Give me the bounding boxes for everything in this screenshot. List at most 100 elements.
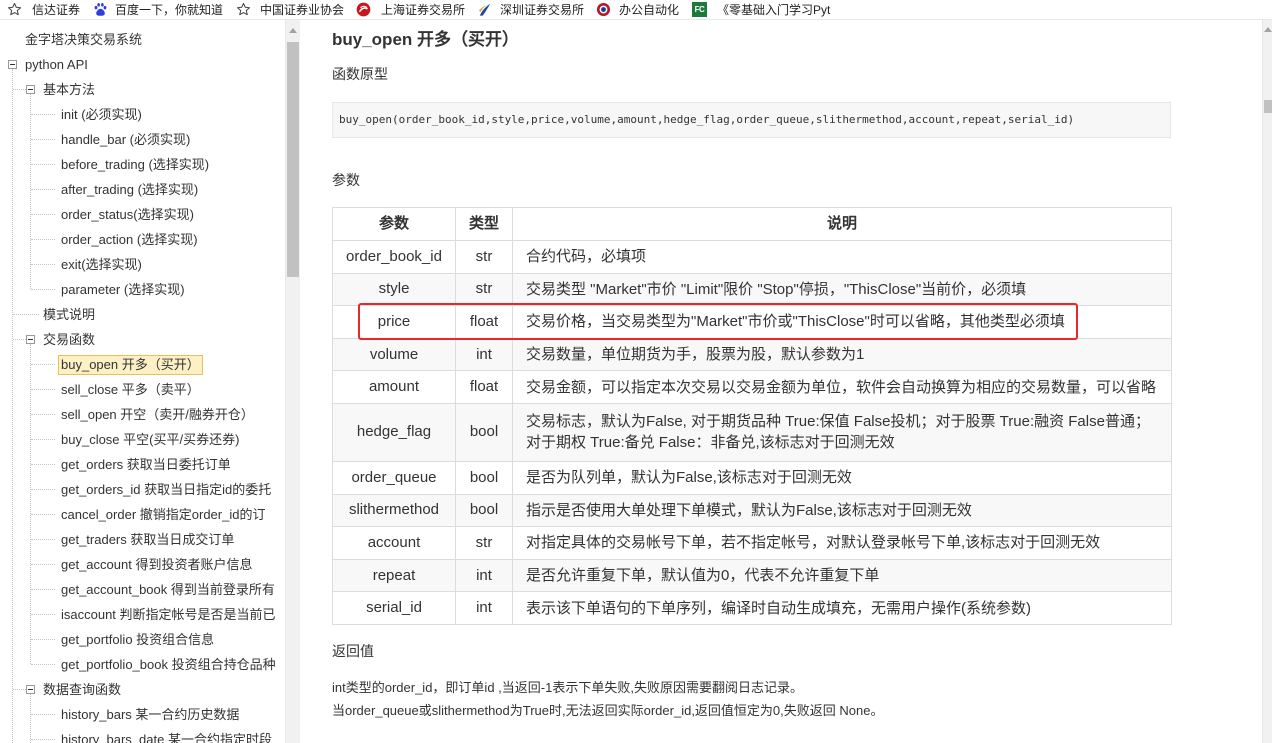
sidebar-item-history-bars[interactable]: history_bars 某一合约历史数据 [0,702,285,727]
sidebar-item-get-portfolio-book[interactable]: get_portfolio_book 投资组合持仓品种 [0,652,285,677]
sidebar-item-init[interactable]: init (必须实现) [0,102,285,127]
param-name-cell: repeat [332,558,456,593]
collapse-toggle[interactable] [26,685,35,694]
sidebar-item-label: history_bars_date 某一合约指定时段 [61,732,272,743]
sidebar-item-mode-note[interactable]: 模式说明 [0,302,285,327]
param-type-cell: str [455,240,513,274]
sse-logo-icon [356,2,371,17]
sidebar-group-basic-methods[interactable]: 基本方法 [0,77,285,102]
sidebar-item-label: sell_close 平多（卖平） [61,382,200,397]
star-icon [236,2,251,17]
sidebar-item-label: parameter (选择实现) [61,282,185,297]
collapse-toggle[interactable] [26,335,35,344]
param-type-cell: bool [455,402,513,462]
sidebar-item-order-action[interactable]: order_action (选择实现) [0,227,285,252]
sidebar-item-exit[interactable]: exit(选择实现) [0,252,285,277]
sidebar-item-handle-bar[interactable]: handle_bar (必须实现) [0,127,285,152]
sidebar-item-get-portfolio[interactable]: get_portfolio 投资组合信息 [0,627,285,652]
main-content: buy_open 开多（买开） 函数原型 buy_open(order_book… [300,20,1262,743]
sidebar-scrollbar-thumb[interactable] [287,42,299,277]
sidebar-item-label: history_bars 某一合约历史数据 [61,707,240,722]
bookmark-label: 上海证券交易所 [381,3,466,17]
table-header-row: 参数 类型 说明 [332,207,1172,241]
sidebar-item-history-bars-date[interactable]: history_bars_date 某一合约指定时段 [0,727,285,743]
header-param: 参数 [332,207,456,241]
page-scrollbar[interactable] [1262,20,1272,743]
bookmarks-bar: 信达证券 百度一下，你就知道 中国证券业协会 上海证券交易所 深圳证券交易所 办… [0,0,1272,20]
sidebar-item-label: 模式说明 [43,307,96,322]
sidebar-item-get-account[interactable]: get_account 得到投资者账户信息 [0,552,285,577]
szse-logo-icon [477,2,492,17]
sidebar-group-label: 交易函数 [43,332,96,347]
param-desc-cell: 是否为队列单，默认为False,该标志对于回测无效 [512,460,1172,495]
sidebar-item-label: get_orders 获取当日委托订单 [61,457,231,472]
bookmark-label: 《零基础入门学习Pyt [717,3,831,17]
table-row: amount float 交易金额，可以指定本次交易以交易金额为单位，软件会自动换算… [332,370,1172,404]
sidebar-item-label: isaccount 判断指定帐号是否是当前已 [61,607,276,622]
scroll-up-arrow-icon[interactable] [1264,27,1272,32]
prototype-heading: 函数原型 [332,66,388,82]
sidebar-item-get-account-book[interactable]: get_account_book 得到当前登录所有 [0,577,285,602]
table-row: order_book_id str 合约代码，必填项 [332,240,1172,274]
sidebar-item-cancel-order[interactable]: cancel_order 撤销指定order_id的订 [0,502,285,527]
sidebar-item-label: sell_open 开空（卖开/融券开仓） [61,407,254,422]
sidebar-item-order-status[interactable]: order_status(选择实现) [0,202,285,227]
sidebar-item-label: before_trading (选择实现) [61,157,210,172]
sidebar-item-label: init (必须实现) [61,107,142,122]
scroll-up-arrow-icon[interactable] [289,28,297,33]
param-name-cell: account [332,526,456,560]
param-type-cell: str [455,526,513,560]
sidebar-item-after-trading[interactable]: after_trading (选择实现) [0,177,285,202]
param-type-cell: bool [455,460,513,495]
sidebar-group-trade-functions[interactable]: 交易函数 [0,327,285,352]
table-row: serial_id int 表示该下单语句的下单序列，编译时自动生成填充，无需用户操… [332,591,1172,625]
sidebar-item-get-orders[interactable]: get_orders 获取当日委托订单 [0,452,285,477]
table-row: account str 对指定具体的交易帐号下单，若不指定帐号，对默认登录帐号下单,… [332,526,1172,560]
collapse-toggle[interactable] [8,60,17,69]
sidebar-item-isaccount[interactable]: isaccount 判断指定帐号是否是当前已 [0,602,285,627]
param-type-cell: float [455,370,513,404]
sidebar-group-label: 数据查询函数 [43,682,122,697]
sidebar-item-label: exit(选择实现) [61,257,142,272]
sidebar-item-sell-open[interactable]: sell_open 开空（卖开/融券开仓） [0,402,285,427]
sidebar-scrollbar[interactable] [285,20,300,743]
param-type-cell: float [455,305,513,339]
sidebar-item-buy-open[interactable]: buy_open 开多（买开） [0,352,285,377]
sidebar-group-python-api[interactable]: python API [0,52,285,77]
return-description-line: int类型的order_id，即订单id ,当返回-1表示下单失败,失败原因需要… [332,680,803,695]
sidebar-group-data-query[interactable]: 数据查询函数 [0,677,285,702]
sidebar-item-label: get_account 得到投资者账户信息 [61,557,253,572]
param-name-cell: amount [332,370,456,404]
sidebar-item-get-orders-id[interactable]: get_orders_id 获取当日指定id的委托 [0,477,285,502]
sidebar-item-sell-close[interactable]: sell_close 平多（卖平） [0,377,285,402]
page-title: buy_open 开多（买开） [332,30,520,49]
sidebar-item-label: get_account_book 得到当前登录所有 [61,582,275,597]
prototype-code-block: buy_open(order_book_id,style,price,volum… [332,102,1171,138]
param-type-cell: int [455,558,513,593]
param-name-cell: order_book_id [332,240,456,274]
param-name-cell: style [332,272,456,307]
sidebar-item-parameter[interactable]: parameter (选择实现) [0,277,285,302]
param-type-cell: str [455,272,513,307]
bookmark-label: 信达证券 [32,3,81,17]
sidebar-item-buy-close[interactable]: buy_close 平空(买平/买券还券) [0,427,285,452]
sidebar-item-before-trading[interactable]: before_trading (选择实现) [0,152,285,177]
collapse-toggle[interactable] [26,85,35,94]
table-row: price float 交易价格，当交易类型为"Market"市价或"ThisClo… [332,305,1172,339]
sidebar-item-pyramid-system[interactable]: 金字塔决策交易系统 [0,27,285,52]
baidu-paw-icon [93,2,108,17]
param-desc-cell: 合约代码，必填项 [512,240,1172,274]
table-row: volume int 交易数量，单位期货为手，股票为股，默认参数为1 [332,337,1172,372]
param-desc-cell: 交易数量，单位期货为手，股票为股，默认参数为1 [512,337,1172,372]
table-row: slithermethod bool 指示是否使用大单处理下单模式，默认为False… [332,493,1172,528]
sidebar-tree-panel: 金字塔决策交易系统 python API 基本方法 init (必须实现) ha… [0,20,285,743]
sidebar-item-label: buy_close 平空(买平/买券还券) [61,432,240,447]
param-name-cell: serial_id [332,591,456,625]
sidebar-item-get-traders[interactable]: get_traders 获取当日成交订单 [0,527,285,552]
param-type-cell: bool [455,493,513,528]
page-scrollbar-thumb[interactable] [1264,100,1272,113]
param-desc-cell: 交易标志，默认为False, 对于期货品种 True:保值 False投机；对于… [512,402,1172,462]
header-type: 类型 [455,207,513,241]
sidebar-item-label: get_traders 获取当日成交订单 [61,532,235,547]
sidebar-item-label-selected: buy_open 开多（买开） [58,355,203,375]
